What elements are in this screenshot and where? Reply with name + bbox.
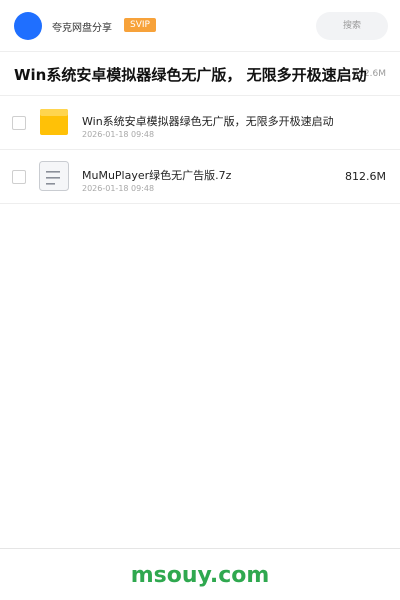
select-checkbox[interactable] [12, 116, 26, 130]
brand-label: 夸克网盘分享 [52, 23, 112, 34]
file-name[interactable]: Win系统安卓模拟器绿色无广版，无限多开极速启动 [82, 113, 334, 129]
file-row-folder[interactable]: Win系统安卓模拟器绿色无广版，无限多开极速启动 2026-01-18 09:4… [0, 96, 400, 150]
app-header: 夸克网盘分享 SVIP 搜索 [0, 0, 400, 52]
file-date: 2026-01-18 09:48 [82, 130, 155, 139]
share-title-row: 812.6M Win系统安卓模拟器绿色无广版， 无限多开极速启动 [0, 52, 400, 96]
svip-badge: SVIP [124, 18, 156, 32]
avatar[interactable] [14, 12, 42, 40]
file-size: 812.6M [345, 170, 386, 183]
footer-bar: msouy.com [0, 548, 400, 600]
file-name[interactable]: MuMuPlayer绿色无广告版.7z [82, 167, 231, 183]
archive-file-icon [39, 161, 69, 191]
search-placeholder: 搜索 [342, 21, 361, 31]
file-row-archive[interactable]: MuMuPlayer绿色无广告版.7z 2026-01-18 09:48 812… [0, 150, 400, 204]
select-checkbox[interactable] [12, 170, 26, 184]
site-watermark: msouy.com [130, 563, 270, 588]
folder-icon [40, 109, 68, 135]
file-date: 2026-01-18 09:48 [82, 184, 155, 193]
share-title: Win系统安卓模拟器绿色无广版， 无限多开极速启动 [14, 66, 367, 84]
search-input[interactable]: 搜索 [316, 12, 388, 40]
